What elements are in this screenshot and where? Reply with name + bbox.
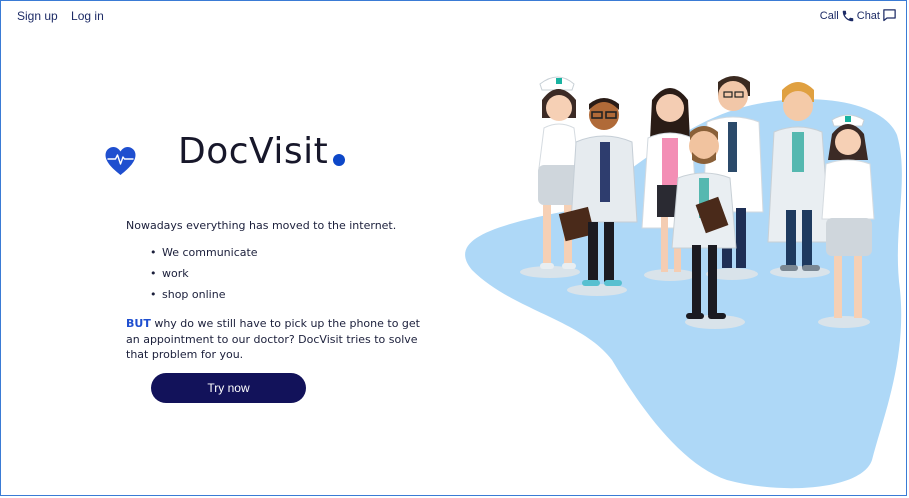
problem-text: why do we still have to pick up the phon…	[126, 317, 420, 361]
top-nav-right: Call Chat	[820, 8, 897, 23]
problem-paragraph: BUT why do we still have to pick up the …	[126, 316, 426, 363]
list-item: work	[150, 267, 258, 288]
login-link[interactable]: Log in	[71, 9, 104, 23]
call-link[interactable]: Call	[820, 10, 839, 22]
list-item: shop online	[150, 288, 258, 309]
top-nav-left: Sign up Log in	[17, 9, 114, 23]
medical-team-illustration	[452, 60, 904, 496]
chat-bubble-icon[interactable]	[882, 8, 897, 23]
chat-link[interactable]: Chat	[857, 10, 880, 22]
heart-pulse-icon	[104, 146, 137, 180]
signup-link[interactable]: Sign up	[17, 9, 58, 23]
brand-name: DocVisit	[178, 131, 329, 172]
feature-list: We communicate work shop online	[150, 246, 258, 309]
but-highlight: BUT	[126, 317, 151, 330]
brand-dot	[333, 154, 345, 166]
intro-text: Nowadays everything has moved to the int…	[126, 219, 397, 232]
phone-icon[interactable]	[841, 9, 855, 23]
list-item: We communicate	[150, 246, 258, 267]
try-now-button[interactable]: Try now	[151, 373, 306, 403]
